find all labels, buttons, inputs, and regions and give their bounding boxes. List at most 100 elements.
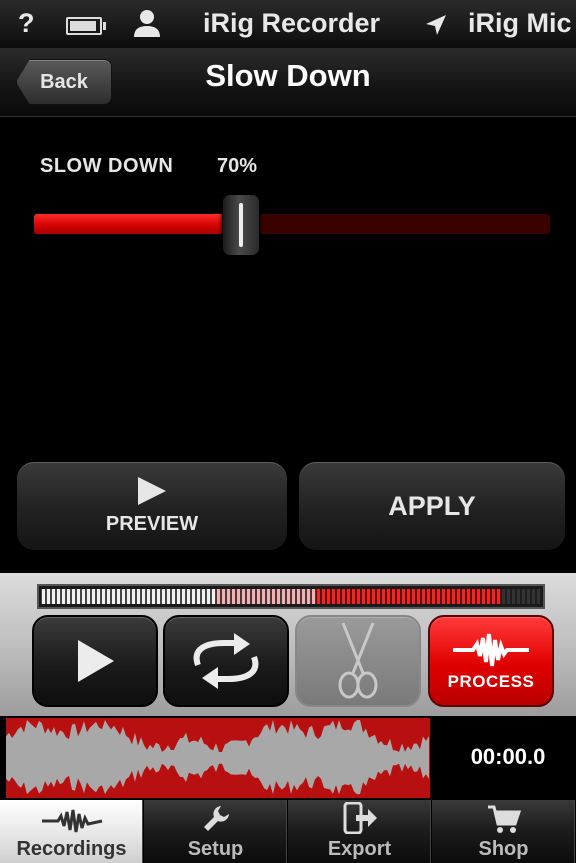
meter-segment bbox=[126, 589, 131, 604]
waveform-icon bbox=[41, 809, 102, 833]
meter-segment bbox=[506, 589, 511, 604]
meter-segment bbox=[526, 589, 531, 604]
meter-segment bbox=[96, 589, 101, 604]
meter-segment bbox=[396, 589, 401, 604]
process-label: PROCESS bbox=[447, 672, 535, 691]
meter-segment bbox=[246, 589, 251, 604]
waveform-graphic bbox=[6, 720, 429, 795]
meter-segment bbox=[296, 589, 301, 604]
slider-fill bbox=[34, 214, 241, 234]
meter-segment bbox=[466, 589, 471, 604]
meter-segment bbox=[191, 589, 196, 604]
meter-segment bbox=[311, 589, 316, 604]
meter-segment bbox=[181, 589, 186, 604]
meter-segment bbox=[411, 589, 416, 604]
meter-segment bbox=[336, 589, 341, 604]
meter-segment bbox=[461, 589, 466, 604]
preview-button[interactable]: PREVIEW bbox=[16, 461, 288, 551]
meter-segment bbox=[161, 589, 166, 604]
meter-segment bbox=[171, 589, 176, 604]
meter-segment bbox=[366, 589, 371, 604]
meter-segment bbox=[91, 589, 96, 604]
waveform-display[interactable] bbox=[6, 718, 430, 798]
meter-segment bbox=[426, 589, 431, 604]
meter-segment bbox=[136, 589, 141, 604]
tab-shop[interactable]: Shop bbox=[432, 800, 576, 863]
meter-segment bbox=[186, 589, 191, 604]
preview-label: PREVIEW bbox=[105, 512, 199, 535]
tab-label: Export bbox=[327, 838, 392, 860]
meter-segment bbox=[291, 589, 296, 604]
tab-setup[interactable]: Setup bbox=[144, 800, 288, 863]
level-meter bbox=[37, 584, 545, 609]
meter-segment bbox=[421, 589, 426, 604]
meter-segment bbox=[241, 589, 246, 604]
process-button[interactable]: PROCESS bbox=[428, 615, 554, 707]
meter-segment bbox=[326, 589, 331, 604]
meter-segment bbox=[496, 589, 501, 604]
play-button[interactable] bbox=[32, 615, 158, 707]
meter-segment bbox=[416, 589, 421, 604]
meter-segment bbox=[231, 589, 236, 604]
meter-segment bbox=[206, 589, 211, 604]
meter-segment bbox=[476, 589, 481, 604]
meter-segment bbox=[56, 589, 61, 604]
meter-segment bbox=[176, 589, 181, 604]
meter-segment bbox=[331, 589, 336, 604]
location-arrow-icon bbox=[425, 12, 447, 43]
meter-segment bbox=[386, 589, 391, 604]
meter-segment bbox=[321, 589, 326, 604]
meter-segment bbox=[236, 589, 241, 604]
meter-segment bbox=[111, 589, 116, 604]
meter-segment bbox=[446, 589, 451, 604]
meter-segment bbox=[376, 589, 381, 604]
meter-segment bbox=[256, 589, 261, 604]
meter-segment bbox=[141, 589, 146, 604]
waveform-shape bbox=[6, 720, 429, 795]
slider-thumb[interactable] bbox=[222, 194, 261, 256]
help-icon[interactable]: ? bbox=[18, 8, 35, 39]
apply-button[interactable]: APPLY bbox=[298, 461, 566, 551]
meter-segment bbox=[196, 589, 201, 604]
meter-segment bbox=[456, 589, 461, 604]
meter-segment bbox=[481, 589, 486, 604]
loop-button[interactable] bbox=[163, 615, 289, 707]
meter-segment bbox=[286, 589, 291, 604]
meter-segment bbox=[216, 589, 221, 604]
meter-segment bbox=[281, 589, 286, 604]
meter-segment bbox=[76, 589, 81, 604]
meter-segment bbox=[436, 589, 441, 604]
input-name: iRig Mic bbox=[468, 8, 572, 38]
meter-segment bbox=[406, 589, 411, 604]
meter-segment bbox=[261, 589, 266, 604]
tab-label: Recordings bbox=[16, 838, 127, 860]
meter-segment bbox=[341, 589, 346, 604]
meter-segment bbox=[166, 589, 171, 604]
meter-segment bbox=[211, 589, 216, 604]
status-bar: ? iRig Recorder iRig Mic bbox=[0, 0, 576, 48]
tab-label: Setup bbox=[187, 838, 244, 860]
meter-segment bbox=[381, 589, 386, 604]
meter-segment bbox=[66, 589, 71, 604]
meter-segment bbox=[471, 589, 476, 604]
meter-segment bbox=[441, 589, 446, 604]
meter-segment bbox=[351, 589, 356, 604]
meter-segment bbox=[431, 589, 436, 604]
meter-segment bbox=[221, 589, 226, 604]
meter-segment bbox=[486, 589, 491, 604]
meter-segment bbox=[301, 589, 306, 604]
loop-icon bbox=[193, 633, 259, 689]
meter-segment bbox=[251, 589, 256, 604]
meter-segment bbox=[371, 589, 376, 604]
meter-segment bbox=[151, 589, 156, 604]
meter-segment bbox=[121, 589, 126, 604]
tab-export[interactable]: Export bbox=[288, 800, 432, 863]
time-display: 00:00.0 bbox=[470, 744, 546, 769]
meter-segment bbox=[401, 589, 406, 604]
cut-button[interactable] bbox=[295, 615, 421, 707]
play-icon bbox=[138, 476, 166, 505]
meter-segment bbox=[391, 589, 396, 604]
meter-segment bbox=[346, 589, 351, 604]
tab-recordings[interactable]: Recordings bbox=[0, 800, 144, 863]
meter-segment bbox=[51, 589, 56, 604]
